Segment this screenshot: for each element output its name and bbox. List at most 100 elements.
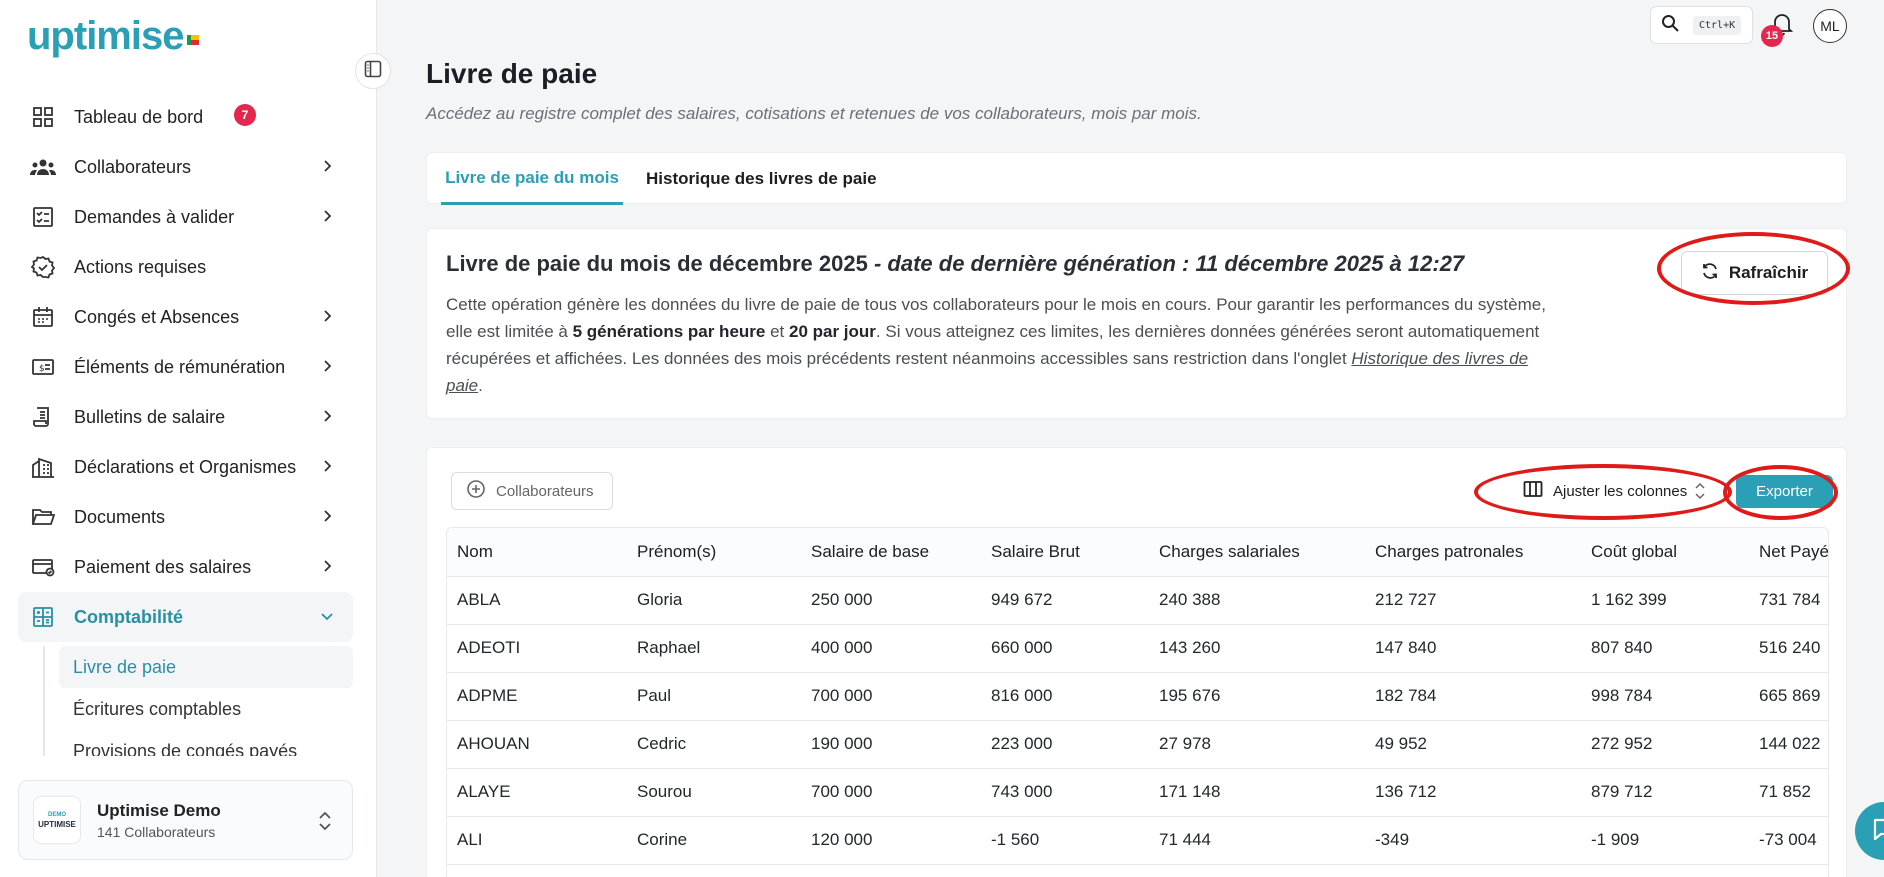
table-row[interactable]: AHOUAN Cedric 190 000 223 000 27 978 49 952 27… — [447, 720, 1828, 769]
tab-livre-de-paie-du-mois[interactable]: Livre de paie du mois — [441, 153, 623, 205]
table-cell: 195 676 — [1149, 672, 1365, 721]
chevron-updown-icon — [1693, 481, 1707, 505]
column-header[interactable]: Charges patronales — [1365, 528, 1581, 577]
sidebar-item-declarations-organismes[interactable]: Déclarations et Organismes — [18, 442, 353, 492]
table-cell: 143 260 — [1149, 624, 1365, 673]
column-header[interactable]: Salaire Brut — [981, 528, 1149, 577]
sidebar-item-documents[interactable]: Documents — [18, 492, 353, 542]
payroll-table: Nom Prénom(s) Salaire de base Salaire Br… — [447, 528, 1828, 865]
table-cell: 400 000 — [801, 624, 981, 673]
table-cell: 700 000 — [801, 672, 981, 721]
subnav-item-ecritures-comptables[interactable]: Écritures comptables — [59, 688, 353, 730]
columns-icon — [1523, 480, 1553, 502]
sidebar-nav: Tableau de bord Collaborateurs Demandes … — [18, 92, 353, 642]
chevron-right-icon — [319, 358, 335, 379]
page-subtitle: Accédez au registre complet des salaires… — [426, 104, 1202, 123]
sidebar-item-label: Éléments de rémunération — [74, 356, 286, 377]
table-cell: Paul — [627, 672, 801, 721]
money-icon: $ — [30, 354, 56, 380]
chat-support-button[interactable] — [1855, 802, 1884, 860]
pending-requests-badge: 7 — [234, 104, 256, 126]
column-header[interactable]: Prénom(s) — [627, 528, 801, 577]
refresh-button[interactable]: Rafraîchir — [1681, 251, 1828, 295]
sidebar-item-label: Actions requises — [74, 256, 207, 277]
table-cell: 147 840 — [1365, 624, 1581, 673]
sidebar-item-actions-requises[interactable]: Actions requises — [18, 242, 353, 292]
chevron-right-icon — [319, 308, 335, 329]
desc-text-2: et — [765, 322, 789, 341]
org-name: Uptimise Demo — [97, 800, 221, 820]
sidebar-item-demandes-a-valider[interactable]: Demandes à valider — [18, 192, 353, 242]
export-button[interactable]: Exporter — [1736, 475, 1833, 508]
sidebar-item-label: Bulletins de salaire — [74, 406, 226, 427]
search-icon — [1661, 14, 1679, 37]
sidebar-item-comptabilite[interactable]: Comptabilité — [18, 592, 353, 642]
table-header-row: Nom Prénom(s) Salaire de base Salaire Br… — [447, 528, 1828, 577]
generation-title-main: Livre de paie du mois de décembre 2025 — [446, 251, 868, 276]
sidebar-item-label: Déclarations et Organismes — [74, 456, 297, 477]
table-cell: 190 000 — [801, 720, 981, 769]
page-title: Livre de paie — [426, 58, 598, 89]
sidebar-item-conges-absences[interactable]: Congés et Absences — [18, 292, 353, 342]
table-cell: 49 952 — [1365, 720, 1581, 769]
generation-description: Cette opération génère les données du li… — [446, 291, 1546, 399]
org-logo: DEMO UPTIMISE — [33, 796, 81, 844]
add-collaborateurs-filter-button[interactable]: Collaborateurs — [451, 472, 613, 510]
sidebar-item-tableau-de-bord[interactable]: Tableau de bord — [18, 92, 353, 142]
global-search-button[interactable]: Ctrl+K — [1650, 6, 1753, 44]
table-cell: 71 444 — [1149, 816, 1365, 865]
table-row[interactable]: ADEOTI Raphael 400 000 660 000 143 260 147 84… — [447, 624, 1828, 673]
sidebar-item-paiement-salaires[interactable]: Paiement des salaires — [18, 542, 353, 592]
table-cell: Corine — [627, 816, 801, 865]
sidebar-toggle-icon — [364, 60, 382, 83]
table-row[interactable]: ALI Corine 120 000 -1 560 71 444 -349 -1 909 -7… — [447, 816, 1828, 865]
payroll-table-card: Collaborateurs Ajuster les colonnes Expo… — [426, 447, 1847, 877]
desc-text-end: . — [478, 376, 483, 395]
table-cell: 949 672 — [981, 576, 1149, 625]
table-cell: Gloria — [627, 576, 801, 625]
table-cell: 120 000 — [801, 816, 981, 865]
users-icon — [30, 154, 56, 180]
table-cell: ADPME — [447, 672, 627, 721]
table-cell: 665 869 — [1749, 672, 1828, 721]
table-cell: 212 727 — [1365, 576, 1581, 625]
chevron-right-icon — [319, 408, 335, 429]
column-header[interactable]: Salaire de base — [801, 528, 981, 577]
calendar-icon — [30, 304, 56, 330]
sidebar-collapse-button[interactable] — [355, 53, 391, 89]
refresh-icon — [1701, 262, 1729, 285]
search-shortcut: Ctrl+K — [1693, 15, 1742, 35]
table-row[interactable]: ALAYE Sourou 700 000 743 000 171 148 136 712 8… — [447, 768, 1828, 817]
table-cell: -349 — [1365, 816, 1581, 865]
sidebar-item-elements-remuneration[interactable]: $ Éléments de rémunération — [18, 342, 353, 392]
column-header[interactable]: Nom — [447, 528, 627, 577]
column-header[interactable]: Coût global — [1581, 528, 1749, 577]
table-cell: 182 784 — [1365, 672, 1581, 721]
table-cell: 731 784 — [1749, 576, 1828, 625]
table-cell: Cedric — [627, 720, 801, 769]
table-cell: 223 000 — [981, 720, 1149, 769]
table-row[interactable]: ADPME Paul 700 000 816 000 195 676 182 784 998… — [447, 672, 1828, 721]
table-cell: 171 148 — [1149, 768, 1365, 817]
chevron-right-icon — [319, 208, 335, 229]
desc-limit-hour: 5 générations par heure — [572, 322, 766, 341]
column-header[interactable]: Net Payé — [1749, 528, 1828, 577]
payroll-table-wrapper[interactable]: Nom Prénom(s) Salaire de base Salaire Br… — [446, 527, 1829, 877]
table-cell: ALAYE — [447, 768, 627, 817]
adjust-columns-button[interactable]: Ajuster les colonnes — [1511, 472, 1711, 510]
comptabilite-subnav: Livre de paie Écritures comptables Provi… — [43, 646, 353, 756]
column-header[interactable]: Charges salariales — [1149, 528, 1365, 577]
subnav-item-provisions[interactable]: Provisions de congés payés — [59, 730, 353, 757]
table-row[interactable]: ABLA Gloria 250 000 949 672 240 388 212 727 1 … — [447, 576, 1828, 625]
columns-label: Ajuster les colonnes — [1553, 482, 1688, 500]
table-cell: 71 852 — [1749, 768, 1828, 817]
org-switcher[interactable]: DEMO UPTIMISE Uptimise Demo 141 Collabora… — [18, 780, 353, 860]
subnav-item-livre-de-paie[interactable]: Livre de paie — [59, 646, 353, 688]
user-avatar[interactable]: ML — [1813, 9, 1847, 43]
sidebar-item-collaborateurs[interactable]: Collaborateurs — [18, 142, 353, 192]
sidebar-item-bulletins-salaire[interactable]: Bulletins de salaire — [18, 392, 353, 442]
table-cell: 879 712 — [1581, 768, 1749, 817]
uptimise-logo[interactable]: uptimise — [27, 14, 200, 59]
flag-icon — [187, 34, 200, 45]
tab-historique[interactable]: Historique des livres de paie — [646, 153, 877, 205]
